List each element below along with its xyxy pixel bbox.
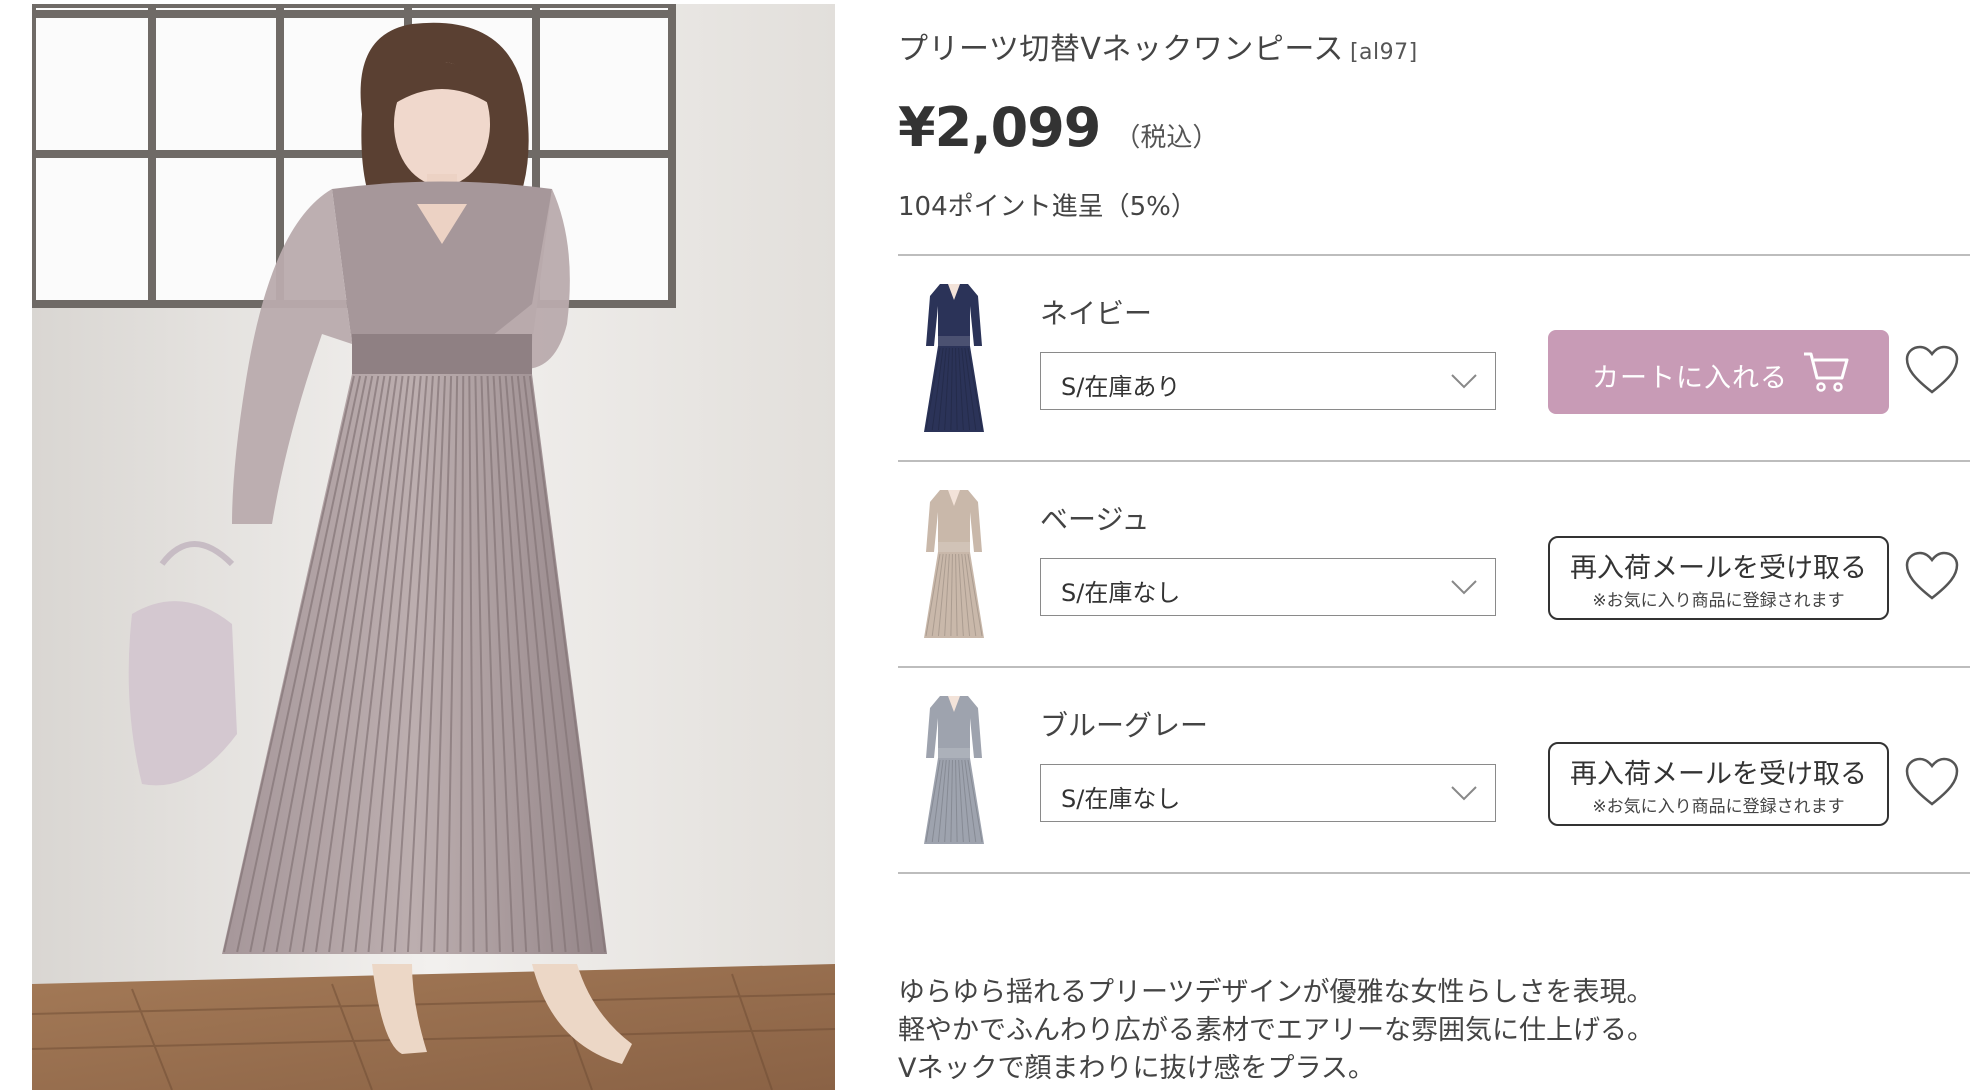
variant-color-name: ネイビー	[1040, 297, 1153, 330]
product-main-image[interactable]	[32, 4, 835, 1090]
variant-thumbnail[interactable]	[912, 276, 996, 436]
description-line: ゆらゆら揺れるプリーツデザインが優雅な女性らしさを表現。	[898, 977, 1654, 1008]
heart-icon[interactable]	[1904, 550, 1960, 602]
chevron-down-icon	[1451, 786, 1477, 801]
cart-icon	[1804, 352, 1849, 392]
variant-thumbnail[interactable]	[912, 688, 996, 848]
heart-icon[interactable]	[1904, 344, 1960, 396]
description-line: Vネックで顔まわりに抜け感をプラス。	[898, 1053, 1375, 1084]
price-amount: ¥2,099	[898, 96, 1101, 159]
size-select-value: S/在庫なし	[1061, 579, 1181, 607]
restock-notify-label: 再入荷メールを受け取る	[1570, 553, 1867, 584]
size-select-value: S/在庫あり	[1061, 373, 1181, 401]
description-line: 軽やかでふんわり広がる素材でエアリーな雰囲気に仕上げる。	[898, 1015, 1654, 1046]
dress-thumbnail-shape	[924, 490, 984, 638]
dress-thumbnail-shape	[924, 696, 984, 844]
variant-row: ベージュ S/在庫なし 再入荷メールを受け取る ※お気に入り商品に登録されます	[898, 462, 1970, 664]
size-select[interactable]: S/在庫なし	[1040, 764, 1496, 822]
variant-color-name: ブルーグレー	[1040, 709, 1209, 742]
variant-color-name: ベージュ	[1040, 503, 1150, 536]
chevron-down-icon	[1451, 374, 1477, 389]
divider	[898, 872, 1970, 874]
size-select[interactable]: S/在庫あり	[1040, 352, 1496, 410]
restock-notify-sub: ※お気に入り商品に登録されます	[1592, 797, 1845, 817]
chevron-down-icon	[1451, 580, 1477, 595]
variant-row: ネイビー S/在庫あり カートに入れる	[898, 256, 1970, 458]
restock-notify-sub: ※お気に入り商品に登録されます	[1592, 591, 1845, 611]
product-code: [al97]	[1349, 40, 1418, 65]
restock-notify-button[interactable]: 再入荷メールを受け取る ※お気に入り商品に登録されます	[1548, 742, 1889, 826]
add-to-cart-label: カートに入れる	[1592, 363, 1788, 394]
dress-thumbnail-shape	[924, 284, 984, 432]
size-select-value: S/在庫なし	[1061, 785, 1181, 813]
tax-note: （税込）	[1114, 123, 1219, 153]
product-price: ¥2,099 （税込）	[898, 96, 1218, 159]
points-note: 104ポイント進呈（5%）	[898, 192, 1197, 222]
variant-thumbnail[interactable]	[912, 482, 996, 642]
size-select[interactable]: S/在庫なし	[1040, 558, 1496, 616]
restock-notify-label: 再入荷メールを受け取る	[1570, 759, 1867, 790]
product-description: ゆらゆら揺れるプリーツデザインが優雅な女性らしさを表現。 軽やかでふんわり広がる…	[898, 974, 1654, 1088]
restock-notify-button[interactable]: 再入荷メールを受け取る ※お気に入り商品に登録されます	[1548, 536, 1889, 620]
add-to-cart-button[interactable]: カートに入れる	[1548, 330, 1889, 414]
product-title-text: プリーツ切替Vネックワンピース	[898, 32, 1344, 67]
variant-row: ブルーグレー S/在庫なし 再入荷メールを受け取る ※お気に入り商品に登録されま…	[898, 668, 1970, 870]
product-title: プリーツ切替Vネックワンピース [al97]	[898, 24, 1418, 68]
heart-icon[interactable]	[1904, 756, 1960, 808]
